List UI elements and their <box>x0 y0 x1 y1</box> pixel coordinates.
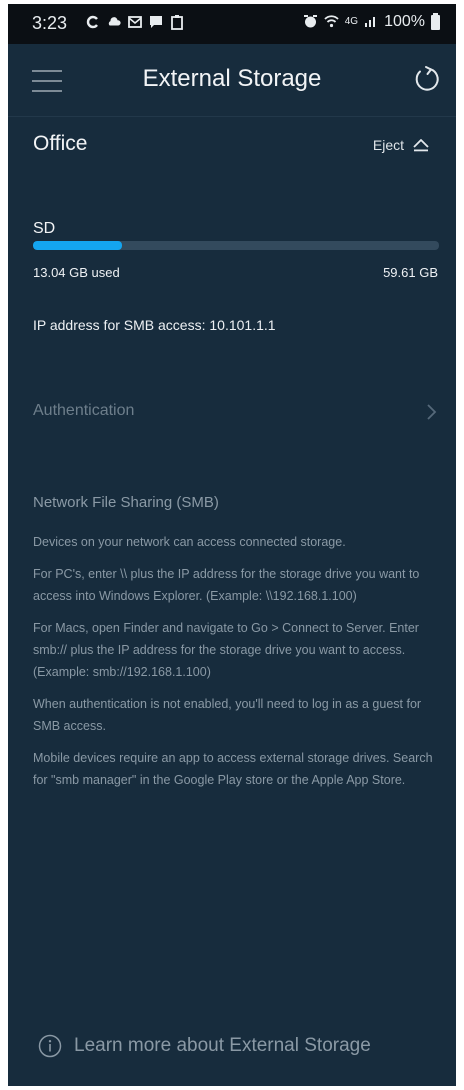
page-title: External Storage <box>142 65 322 92</box>
drive-label: SD <box>33 220 56 237</box>
notification-icons <box>86 14 184 30</box>
smb-paragraph: Devices on your network can access conne… <box>33 535 346 549</box>
learn-more-link[interactable]: Learn more about External Storage <box>38 1034 371 1058</box>
total-storage-text: 59.61 GB <box>383 265 438 280</box>
info-icon <box>38 1034 62 1058</box>
clipboard-icon <box>170 14 184 30</box>
header-divider <box>8 116 456 117</box>
smb-paragraph: When authentication is not enabled, you'… <box>33 697 422 733</box>
used-storage-text: 13.04 GB used <box>33 265 120 280</box>
smb-heading: Network File Sharing (SMB) <box>33 494 219 511</box>
status-right-group: 4G 100% <box>303 12 440 31</box>
chevron-right-icon <box>427 404 437 420</box>
smb-info-section: Network File Sharing (SMB) Devices on yo… <box>33 494 437 801</box>
eject-label: Eject <box>372 137 404 153</box>
app-screen: 3:23 4G 100% External Storage Office Eje… <box>8 4 456 1086</box>
authentication-label: Authentication <box>33 402 135 419</box>
storage-usage-bar <box>33 241 439 250</box>
smb-ip-address: IP address for SMB access: 10.101.1.1 <box>33 317 276 333</box>
status-bar: 3:23 4G 100% <box>8 4 456 44</box>
status-time: 3:23 <box>32 13 68 33</box>
cloud-icon <box>107 14 121 30</box>
network-label: 4G <box>344 16 359 27</box>
signal-icon <box>364 14 378 30</box>
eject-button[interactable]: Eject <box>373 137 430 153</box>
chat-icon <box>149 14 163 30</box>
smb-paragraph: For PC's, enter \\ plus the IP address f… <box>33 567 420 603</box>
authentication-row[interactable]: Authentication <box>8 389 456 439</box>
smb-paragraph: Mobile devices require an app to access … <box>33 751 433 787</box>
c-icon <box>86 14 100 30</box>
eject-icon <box>413 139 429 152</box>
device-name: Office <box>33 132 88 155</box>
storage-usage-fill <box>33 241 122 250</box>
mail-icon <box>128 14 142 30</box>
battery-percent: 100% <box>384 13 425 30</box>
smb-paragraph: For Macs, open Finder and navigate to Go… <box>33 621 419 679</box>
app-header: External Storage <box>8 44 456 116</box>
wifi-icon <box>324 14 339 30</box>
battery-icon <box>431 12 440 30</box>
alarm-icon <box>303 14 318 31</box>
refresh-icon[interactable] <box>412 64 442 94</box>
learn-more-text: Learn more about External Storage <box>74 1035 371 1056</box>
